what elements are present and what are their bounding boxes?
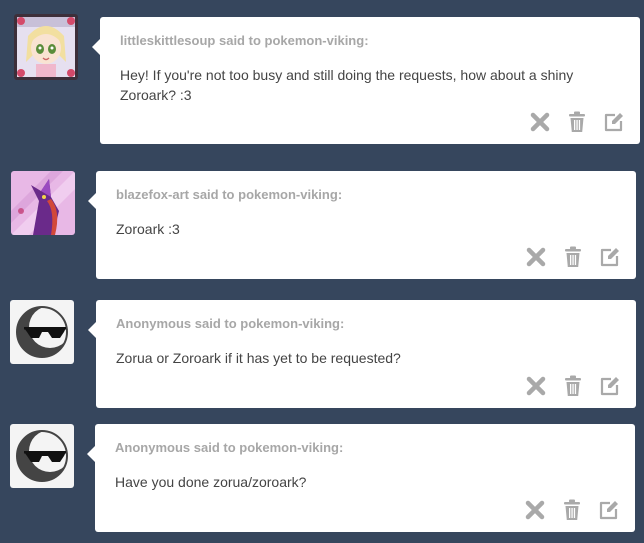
answer-button[interactable]: [602, 110, 626, 134]
ask-actions: [524, 374, 622, 398]
trash-button[interactable]: [560, 498, 584, 522]
ask-message: Hey! If you're not too busy and still do…: [120, 67, 574, 103]
delete-button[interactable]: [524, 374, 548, 398]
recipient-name[interactable]: pokemon-viking: [265, 33, 365, 48]
delete-button[interactable]: [524, 245, 548, 269]
x-icon: [526, 247, 546, 267]
trash-icon: [564, 499, 580, 520]
answer-button[interactable]: [598, 374, 622, 398]
said-to-text: said to: [194, 316, 237, 331]
avatar[interactable]: [11, 171, 75, 235]
delete-button[interactable]: [523, 498, 547, 522]
answer-button[interactable]: [597, 498, 621, 522]
trash-button[interactable]: [561, 374, 585, 398]
asker-name: Anonymous: [115, 440, 191, 455]
trash-icon: [569, 111, 585, 132]
anime-girl-avatar-icon: [14, 14, 78, 80]
avatar[interactable]: [10, 424, 74, 488]
said-to-text: said to: [192, 187, 235, 202]
ask-message: Zoroark :3: [116, 221, 180, 237]
trash-icon: [565, 375, 581, 396]
delete-button[interactable]: [528, 110, 552, 134]
recipient-name[interactable]: pokemon-viking: [239, 440, 339, 455]
anonymous-sunglasses-avatar-icon: [10, 300, 74, 364]
said-to-text: said to: [218, 33, 261, 48]
avatar[interactable]: [14, 14, 78, 80]
trash-icon: [565, 246, 581, 267]
ask-header: littleskittlesoup said to pokemon-viking…: [120, 33, 369, 48]
recipient-name[interactable]: pokemon-viking: [238, 187, 338, 202]
asker-name[interactable]: blazefox-art: [116, 187, 189, 202]
ask-header: blazefox-art said to pokemon-viking:: [116, 187, 343, 202]
ask-actions: [523, 498, 621, 522]
purple-fox-avatar-icon: [11, 171, 75, 235]
ask-card: Anonymous said to pokemon-viking: Have y…: [87, 424, 635, 532]
answer-button[interactable]: [598, 245, 622, 269]
ask-card: blazefox-art said to pokemon-viking: Zor…: [88, 171, 636, 279]
recipient-name[interactable]: pokemon-viking: [240, 316, 340, 331]
trash-button[interactable]: [561, 245, 585, 269]
ask-header: Anonymous said to pokemon-viking:: [116, 316, 345, 331]
ask-card: littleskittlesoup said to pokemon-viking…: [92, 17, 640, 144]
ask-message: Have you done zorua/zoroark?: [115, 474, 307, 490]
asker-name: Anonymous: [116, 316, 192, 331]
edit-icon: [600, 377, 619, 396]
ask-header: Anonymous said to pokemon-viking:: [115, 440, 344, 455]
edit-icon: [599, 501, 618, 520]
ask-message: Zorua or Zoroark if it has yet to be req…: [116, 350, 401, 366]
said-to-text: said to: [193, 440, 236, 455]
x-icon: [525, 500, 545, 520]
anonymous-sunglasses-avatar-icon: [10, 424, 74, 488]
x-icon: [526, 376, 546, 396]
x-icon: [530, 112, 550, 132]
ask-card: Anonymous said to pokemon-viking: Zorua …: [88, 300, 636, 408]
avatar[interactable]: [10, 300, 74, 364]
edit-icon: [604, 113, 623, 132]
edit-icon: [600, 248, 619, 267]
ask-actions: [528, 110, 626, 134]
ask-actions: [524, 245, 622, 269]
asker-name[interactable]: littleskittlesoup: [120, 33, 215, 48]
trash-button[interactable]: [565, 110, 589, 134]
